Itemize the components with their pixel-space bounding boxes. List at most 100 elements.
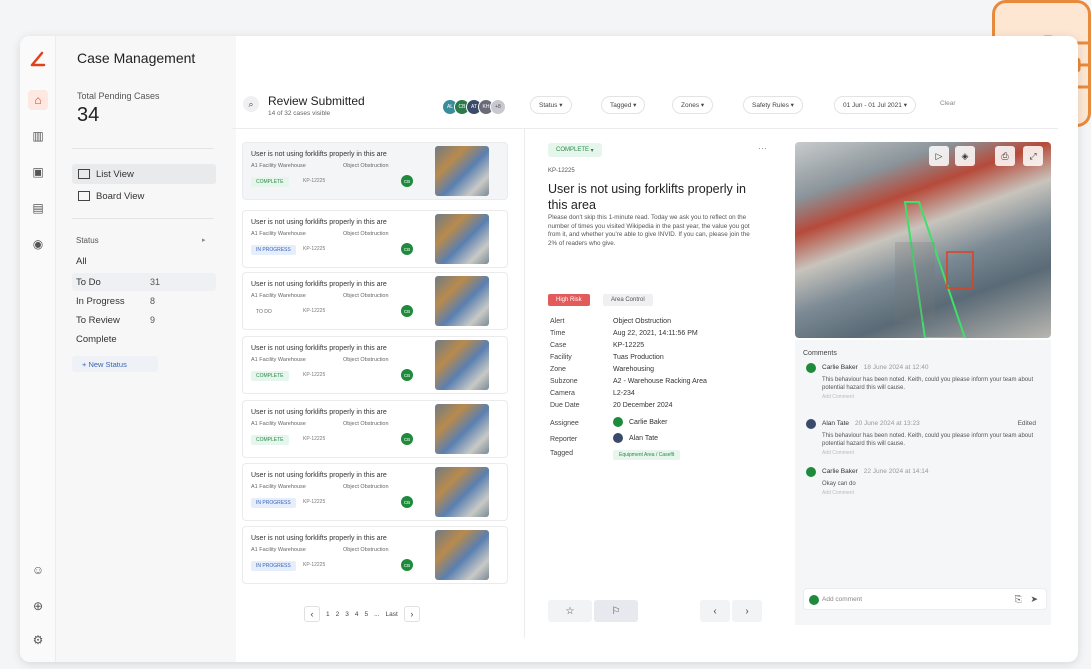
case-card[interactable]: User is not using forklifts properly in …	[242, 272, 508, 330]
field-label: Assignee	[550, 420, 579, 427]
cases-icon[interactable]: ▣	[28, 162, 48, 182]
reporter-name: Alan Tate	[629, 434, 659, 442]
case-type: Object Obstruction	[343, 293, 389, 299]
status-collapse-icon[interactable]: ▸	[202, 236, 206, 244]
more-options-icon[interactable]: ···	[758, 143, 767, 153]
users-icon[interactable]: ☺	[28, 560, 48, 580]
status-item-in-progress[interactable]: In Progress 8	[72, 292, 216, 310]
search-icon[interactable]: ⌕	[243, 96, 259, 112]
board-view-button[interactable]: Board View	[72, 186, 216, 206]
case-type: Object Obstruction	[343, 163, 389, 169]
new-status-button[interactable]: + New Status	[72, 356, 158, 372]
zone-icon[interactable]: ◈	[955, 146, 975, 166]
page-2[interactable]: 2	[336, 611, 340, 618]
attach-icon[interactable]: ⎘	[1015, 594, 1022, 605]
next-page-button[interactable]: ›	[403, 606, 420, 622]
left-panel	[56, 36, 236, 662]
field-label: Zone	[550, 366, 566, 373]
case-id: KP-12225	[303, 178, 326, 184]
case-card[interactable]: User is not using forklifts properly in …	[242, 336, 508, 394]
flag-button[interactable]: ⚐	[594, 600, 638, 622]
comment-placeholder: Add comment	[822, 595, 863, 603]
status-item-all[interactable]: All	[72, 252, 216, 270]
case-card[interactable]: User is not using forklifts properly in …	[242, 210, 508, 268]
status-item-complete[interactable]: Complete	[72, 330, 216, 348]
comment: Carlie Baker 18 June 2024 at 12:40 This b…	[806, 363, 1036, 400]
field-label: Subzone	[550, 378, 578, 385]
status-item-to-review[interactable]: To Review 9	[72, 311, 216, 329]
chevron-down-icon: ▾	[589, 147, 594, 154]
case-card[interactable]: User is not using forklifts properly in …	[242, 463, 508, 521]
page-1[interactable]: 1	[326, 611, 330, 618]
case-type: Object Obstruction	[343, 484, 389, 490]
clear-filters-button[interactable]: Clear	[940, 100, 956, 107]
page-last[interactable]: Last	[386, 611, 398, 618]
status-item-todo[interactable]: To Do 31	[72, 273, 216, 291]
list-view-button[interactable]: List View	[72, 164, 216, 184]
assignee-avatar: CB	[401, 433, 413, 445]
reply-link[interactable]: Add Comment	[808, 490, 1036, 496]
case-type: Object Obstruction	[343, 231, 389, 237]
home-icon[interactable]: ⌂	[28, 90, 48, 110]
comment-body: This behaviour has been noted. Keith, co…	[822, 377, 1034, 391]
camera-snapshot[interactable]: ▷ ◈ ⎙ ⤢	[795, 142, 1051, 338]
settings-icon[interactable]: ⚙	[28, 630, 48, 650]
case-thumbnail	[435, 146, 489, 196]
status-label: In Progress	[76, 295, 125, 307]
reporter-value[interactable]: Alan Tate	[613, 433, 658, 443]
filter-status[interactable]: Status ▾	[530, 96, 572, 114]
assignee-avatar: CB	[401, 243, 413, 255]
comment-date: 18 June 2024 at 12:40	[863, 364, 929, 371]
prev-case-button[interactable]: ‹	[700, 600, 730, 622]
case-title: User is not using forklifts properly in …	[251, 409, 387, 416]
download-icon[interactable]: ⎙	[995, 146, 1015, 166]
status-count: 31	[150, 277, 161, 287]
case-card[interactable]: User is not using forklifts properly in …	[242, 400, 508, 458]
star-button[interactable]: ☆	[548, 600, 592, 622]
assignee-avatar: CB	[401, 496, 413, 508]
status-label: All	[76, 255, 87, 267]
analytics-icon[interactable]: ▥	[28, 126, 48, 146]
filter-label: 01 Jun - 01 Jul 2021	[843, 101, 902, 109]
detail-status-badge[interactable]: COMPLETE ▾	[548, 143, 602, 157]
case-title: User is not using forklifts properly in …	[251, 472, 387, 479]
status-badge: IN PROGRESS	[251, 561, 296, 571]
globe-icon[interactable]: ⊕	[28, 596, 48, 616]
kpi-label: Total Pending Cases	[77, 91, 160, 101]
tagged-chip[interactable]: Equipment Area / Caseflt	[613, 450, 681, 460]
filter-label: Status	[539, 101, 558, 109]
case-type: Object Obstruction	[343, 421, 389, 427]
reports-icon[interactable]: ▤	[28, 198, 48, 218]
case-thumbnail	[435, 467, 489, 517]
page-5[interactable]: 5	[365, 611, 369, 618]
expand-icon[interactable]: ⤢	[1023, 146, 1043, 166]
divider	[232, 128, 1058, 129]
chevron-down-icon: ▾	[901, 102, 907, 109]
review-subtitle: 14 of 32 cases visible	[268, 110, 331, 117]
case-card[interactable]: User is not using forklifts properly in …	[242, 526, 508, 584]
next-case-button[interactable]: ›	[732, 600, 762, 622]
case-card[interactable]: User is not using forklifts properly in …	[242, 142, 508, 200]
filter-tagged[interactable]: Tagged ▾	[601, 96, 646, 114]
comment-input[interactable]: Add comment ⎘ ➤	[803, 588, 1047, 610]
status-count: 9	[150, 315, 156, 325]
field-value: 20 December 2024	[613, 402, 673, 409]
reply-link[interactable]: Add Comment	[808, 394, 1036, 400]
prev-page-button[interactable]: ‹	[304, 606, 320, 622]
reply-link[interactable]: Add Comment	[808, 450, 1036, 456]
divider	[524, 128, 525, 638]
status-badge: TO DO	[251, 307, 277, 317]
case-title: User is not using forklifts properly in …	[251, 535, 387, 542]
camera-icon[interactable]: ◉	[28, 234, 48, 254]
filter-date-range[interactable]: 01 Jun - 01 Jul 2021 ▾	[834, 96, 916, 114]
filter-zones[interactable]: Zones ▾	[672, 96, 714, 114]
filter-safety-rules[interactable]: Safety Rules ▾	[743, 96, 803, 114]
play-icon[interactable]: ▷	[929, 146, 949, 166]
pagination: ‹ 1 2 3 4 5 ... Last ›	[304, 606, 420, 622]
case-title: User is not using forklifts properly in …	[251, 345, 387, 352]
page-3[interactable]: 3	[345, 611, 349, 618]
assignee-avatars[interactable]: AL CB AT KH +8	[442, 99, 506, 115]
assignee-value[interactable]: Carlie Baker	[613, 417, 668, 427]
send-icon[interactable]: ➤	[1030, 594, 1038, 605]
page-4[interactable]: 4	[355, 611, 359, 618]
